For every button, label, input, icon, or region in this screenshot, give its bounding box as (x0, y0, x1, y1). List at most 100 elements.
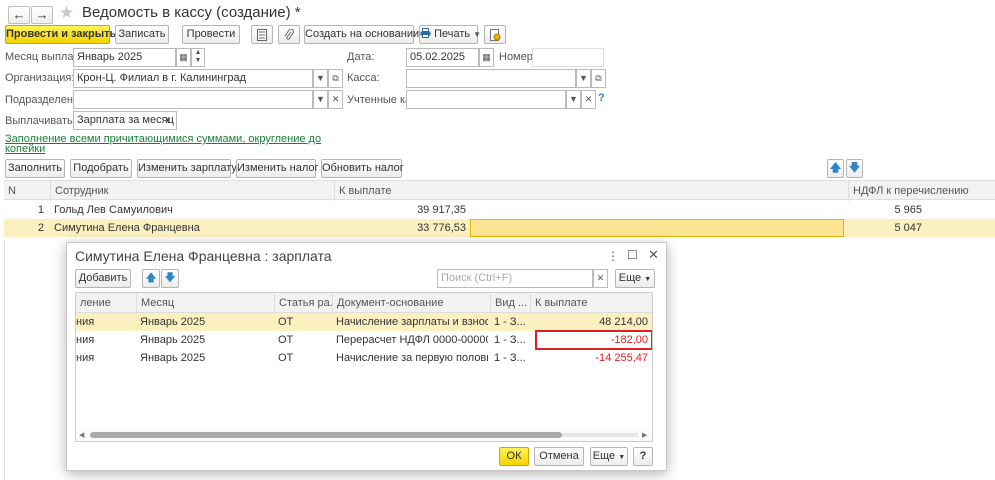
article-value: ОТ (278, 316, 294, 328)
cash-field[interactable] (406, 69, 576, 88)
cash-dropdown[interactable]: ▼ (576, 69, 591, 88)
more-footer-label: Еще (592, 450, 616, 462)
favorite-star-icon[interactable]: ★ (59, 3, 74, 23)
row-number: 2 (37, 222, 44, 234)
col-dept[interactable]: ление (76, 293, 134, 313)
col-article[interactable]: Статья ра... (274, 293, 332, 313)
scroll-right-icon[interactable]: ▶ (642, 431, 647, 439)
report-button[interactable] (251, 25, 273, 44)
change-salary-button[interactable]: Изменить зарплату (137, 159, 237, 178)
month-field[interactable]: Январь 2025 (73, 48, 176, 67)
help-icon[interactable]: ? (598, 92, 605, 104)
open-link-icon: ⧉ (332, 73, 339, 83)
counted-as-clear-button[interactable]: ✕ (581, 90, 596, 109)
close-icon: ✕ (331, 94, 340, 104)
move-down-button[interactable]: 🡇 (846, 159, 863, 178)
month-value: Январь 2025 (140, 316, 206, 328)
fill-mode-link[interactable]: Заполнение всеми причитающимися суммами,… (5, 133, 321, 145)
cash-open-button[interactable]: ⧉ (591, 69, 606, 88)
counted-as-field[interactable] (406, 90, 566, 109)
col-n[interactable]: N (4, 181, 48, 201)
horizontal-scrollbar[interactable]: ◀ ▶ (76, 429, 652, 441)
print-button[interactable]: Печать ▼ (419, 25, 482, 44)
fill-mode-link-cont[interactable]: копейки (5, 143, 45, 155)
attach-button[interactable] (278, 25, 300, 44)
save-button[interactable]: Записать (115, 25, 169, 44)
to-pay-value: 39 917,35 (417, 204, 466, 216)
salary-dialog: Симутина Елена Францевна : зарплата ⋮ ☐ … (66, 242, 667, 471)
organization-field[interactable]: Крон-Ц. Филиал в г. Калининград (73, 69, 313, 88)
search-clear-button[interactable]: ✕ (593, 269, 608, 288)
more-button[interactable]: Еще ▼ (615, 269, 655, 288)
forward-button[interactable]: → (31, 6, 53, 24)
employee-name: Гольд Лев Самуилович (54, 204, 173, 216)
counted-as-dropdown[interactable]: ▼ (566, 90, 581, 109)
close-icon: ✕ (584, 94, 593, 104)
help-button[interactable]: ? (633, 447, 653, 466)
organization-open-button[interactable]: ⧉ (328, 69, 343, 88)
col-to-pay[interactable]: К выплате (530, 293, 652, 313)
kind-value: 1 - З... (494, 316, 526, 328)
pay-select[interactable]: Зарплата за месяц ▼ (73, 111, 177, 130)
organization-dropdown[interactable]: ▼ (313, 69, 328, 88)
move-up-button[interactable]: 🡅 (142, 269, 160, 288)
col-employee[interactable]: Сотрудник (50, 181, 334, 201)
date-field[interactable]: 05.02.2025 (406, 48, 479, 67)
active-cell[interactable] (470, 219, 844, 237)
calendar-icon: ▦ (482, 52, 491, 62)
table-row[interactable]: ния Январь 2025 ОТ Перерасчет НДФЛ 0000-… (76, 330, 652, 350)
more-footer-button[interactable]: Еще ▼ (590, 447, 628, 466)
arrow-down-icon: 🡇 (848, 162, 861, 174)
article-value: ОТ (278, 352, 294, 364)
table-row[interactable]: 1 Гольд Лев Самуилович 39 917,35 5 965 (4, 201, 995, 219)
department-field[interactable] (73, 90, 313, 109)
scroll-left-icon[interactable]: ◀ (79, 431, 84, 439)
calendar-button[interactable]: ▦ (176, 48, 191, 67)
chevron-down-icon: ▼ (473, 30, 482, 39)
page-title: Ведомость в кассу (создание) * (82, 4, 301, 21)
date-calendar-button[interactable]: ▦ (479, 48, 494, 67)
create-based-on-label: Создать на основании (305, 28, 420, 40)
menu-dots-icon[interactable]: ⋮ (607, 249, 619, 263)
table-row[interactable]: ния Январь 2025 ОТ Начисление зарплаты и… (76, 313, 652, 331)
fill-button[interactable]: Заполнить (5, 159, 65, 178)
col-document[interactable]: Документ-основание (332, 293, 488, 313)
post-button[interactable]: Провести (182, 25, 240, 44)
col-kind[interactable]: Вид ... (490, 293, 530, 313)
update-tax-button[interactable]: Обновить налог (321, 159, 404, 178)
arrow-left-icon: ← (12, 7, 26, 22)
col-to-pay[interactable]: К выплате (334, 181, 848, 201)
back-button[interactable]: ← (8, 6, 30, 24)
move-up-button[interactable]: 🡅 (827, 159, 844, 178)
select-button[interactable]: Подобрать (70, 159, 132, 178)
col-ndfl[interactable]: НДФЛ к перечислению (848, 181, 995, 201)
document-list-icon (257, 29, 267, 41)
move-down-button[interactable]: 🡇 (161, 269, 179, 288)
create-based-on-button[interactable]: Создать на основании ▼ (304, 25, 430, 44)
scroll-thumb[interactable] (90, 432, 562, 438)
close-icon[interactable]: ✕ (648, 247, 659, 263)
search-input[interactable]: Поиск (Ctrl+F) (437, 269, 593, 288)
add-button[interactable]: Добавить (75, 269, 131, 288)
col-month[interactable]: Месяц (136, 293, 274, 313)
table-row-selected[interactable]: 2 Симутина Елена Францевна 33 776,53 5 0… (4, 219, 995, 237)
department-clear-button[interactable]: ✕ (328, 90, 343, 109)
maximize-icon[interactable]: ☐ (627, 248, 638, 262)
arrow-right-icon: → (35, 7, 49, 22)
settings-button[interactable] (484, 25, 506, 44)
dept-value: ния (76, 352, 95, 364)
number-field[interactable] (532, 48, 604, 67)
arrow-up-icon: 🡅 (829, 162, 842, 174)
table-header: N Сотрудник К выплате НДФЛ к перечислени… (4, 180, 995, 201)
change-tax-button[interactable]: Изменить налог (236, 159, 319, 178)
table-row[interactable]: ния Январь 2025 ОТ Начисление за первую … (76, 349, 652, 367)
ok-button[interactable]: ОК (499, 447, 529, 466)
month-stepper[interactable]: ▲ ▼ (191, 48, 205, 67)
kind-value: 1 - З... (494, 352, 526, 364)
department-dropdown[interactable]: ▼ (313, 90, 328, 109)
ndfl-value: 5 965 (894, 204, 922, 216)
table-header: ление Месяц Статья ра... Документ-основа… (76, 293, 652, 313)
to-pay-value: 33 776,53 (417, 222, 466, 234)
cancel-button[interactable]: Отмена (534, 447, 584, 466)
post-and-close-button[interactable]: Провести и закрыть (5, 25, 116, 44)
